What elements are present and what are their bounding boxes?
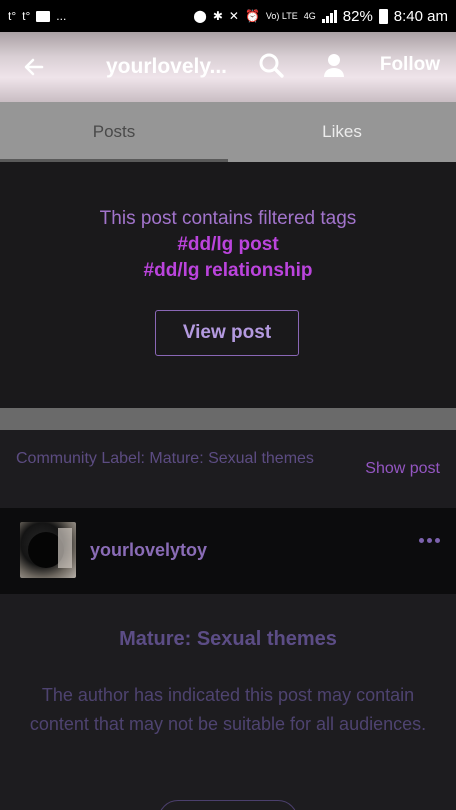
community-label-bar: Community Label: Mature: Sexual themes S…: [0, 430, 456, 508]
blog-title: yourlovely...: [106, 55, 227, 78]
person-icon: [324, 54, 344, 77]
status-bar: t° t° ... ⬤ ✱ ✕ ⏰ Vo) LTE 4G 82% 8:40 am: [0, 0, 456, 32]
search-icon: [259, 53, 284, 78]
post-author-row: yourlovelytoy: [0, 508, 456, 594]
tab-posts[interactable]: Posts: [0, 102, 228, 162]
post-divider: [0, 408, 456, 430]
bluetooth-icon: ✱: [212, 9, 223, 23]
volte-icon: Vo) LTE: [265, 10, 298, 21]
filtered-post: This post contains filtered tags #dd/lg …: [0, 162, 456, 408]
mature-body: The author has indicated this post may c…: [29, 685, 427, 734]
avatar[interactable]: [20, 522, 76, 578]
signal-icon: [321, 9, 337, 23]
network-type: 4G: [303, 10, 316, 21]
more-options-icon[interactable]: [419, 538, 440, 543]
view-mature-post-button[interactable]: [158, 800, 298, 810]
status-left: t° t° ...: [8, 10, 66, 22]
profile-button[interactable]: [318, 50, 350, 82]
sync-icon: ⬤: [193, 9, 207, 23]
alarm-icon: ⏰: [244, 9, 260, 23]
show-post-button[interactable]: Show post: [365, 460, 440, 478]
view-post-button[interactable]: View post: [155, 310, 299, 356]
battery-percent: 82%: [342, 7, 373, 25]
filtered-tag: #dd/lg post: [177, 234, 279, 255]
t-notification-icon-2: t°: [22, 9, 31, 23]
t-notification-icon: t°: [8, 9, 17, 23]
mute-icon: ✕: [228, 9, 239, 23]
author-name[interactable]: yourlovelytoy: [90, 540, 207, 561]
filtered-tag: #dd/lg relationship: [143, 260, 313, 281]
more-notifications-icon: ...: [56, 9, 67, 23]
mature-heading: Mature: Sexual themes: [119, 628, 337, 650]
filtered-message: This post contains filtered tags: [99, 208, 357, 229]
status-right: ⬤ ✱ ✕ ⏰ Vo) LTE 4G 82% 8:40 am: [193, 8, 448, 25]
back-button[interactable]: [16, 49, 52, 85]
follow-button[interactable]: Follow: [380, 54, 440, 76]
back-arrow-icon: [24, 58, 44, 76]
folder-icon: [36, 10, 51, 22]
blog-header: yourlovely... Follow: [0, 32, 456, 102]
search-button[interactable]: [256, 50, 288, 82]
clock-time: 8:40 am: [393, 7, 448, 25]
mature-content-notice: Mature: Sexual themes The author has ind…: [0, 594, 456, 810]
tab-bar: Posts Likes: [0, 102, 456, 162]
community-label: Community Label: Mature: Sexual themes: [16, 450, 314, 467]
tab-likes[interactable]: Likes: [228, 102, 456, 162]
battery-icon: [378, 8, 388, 24]
